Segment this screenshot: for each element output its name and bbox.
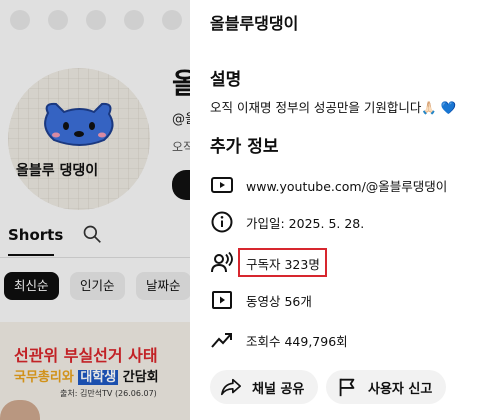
info-icon xyxy=(211,211,233,233)
scrim-overlay[interactable] xyxy=(0,0,190,420)
channel-url[interactable]: www.youtube.com/@올블루댕댕이 xyxy=(246,176,447,195)
joined-row: 가입일: 2025. 5. 28. xyxy=(210,209,480,235)
subscriber-highlight-box xyxy=(238,248,327,277)
video-icon xyxy=(212,291,232,309)
report-user-label: 사용자 신고 xyxy=(368,381,433,397)
more-info-heading: 추가 정보 xyxy=(210,137,279,157)
joined-date: 가입일: 2025. 5. 28. xyxy=(246,216,365,231)
channel-about-panel: 올블루댕댕이 설명 오직 이재명 정부의 성공만을 기원합니다🙏🏻 💙 추가 정… xyxy=(190,0,480,420)
report-user-button[interactable]: 사용자 신고 xyxy=(326,370,447,404)
views-row: 조회수 449,796회 xyxy=(210,327,480,353)
flag-icon xyxy=(339,378,355,397)
share-icon xyxy=(221,378,241,396)
description-heading: 설명 xyxy=(210,70,242,90)
channel-url-row[interactable]: www.youtube.com/@올블루댕댕이 xyxy=(210,172,480,198)
subscribers-icon xyxy=(211,251,233,273)
share-channel-button[interactable]: 채널 공유 xyxy=(210,370,319,404)
channel-description: 오직 이재명 정부의 성공만을 기원합니다🙏🏻 💙 xyxy=(210,100,457,115)
view-count: 조회수 449,796회 xyxy=(246,334,348,349)
panel-channel-name: 올블루댕댕이 xyxy=(210,14,299,33)
trending-icon xyxy=(211,333,232,348)
share-channel-label: 채널 공유 xyxy=(252,381,305,397)
videos-row: 동영상 56개 xyxy=(210,287,480,313)
video-count: 동영상 56개 xyxy=(246,294,312,309)
youtube-play-icon xyxy=(211,177,233,193)
